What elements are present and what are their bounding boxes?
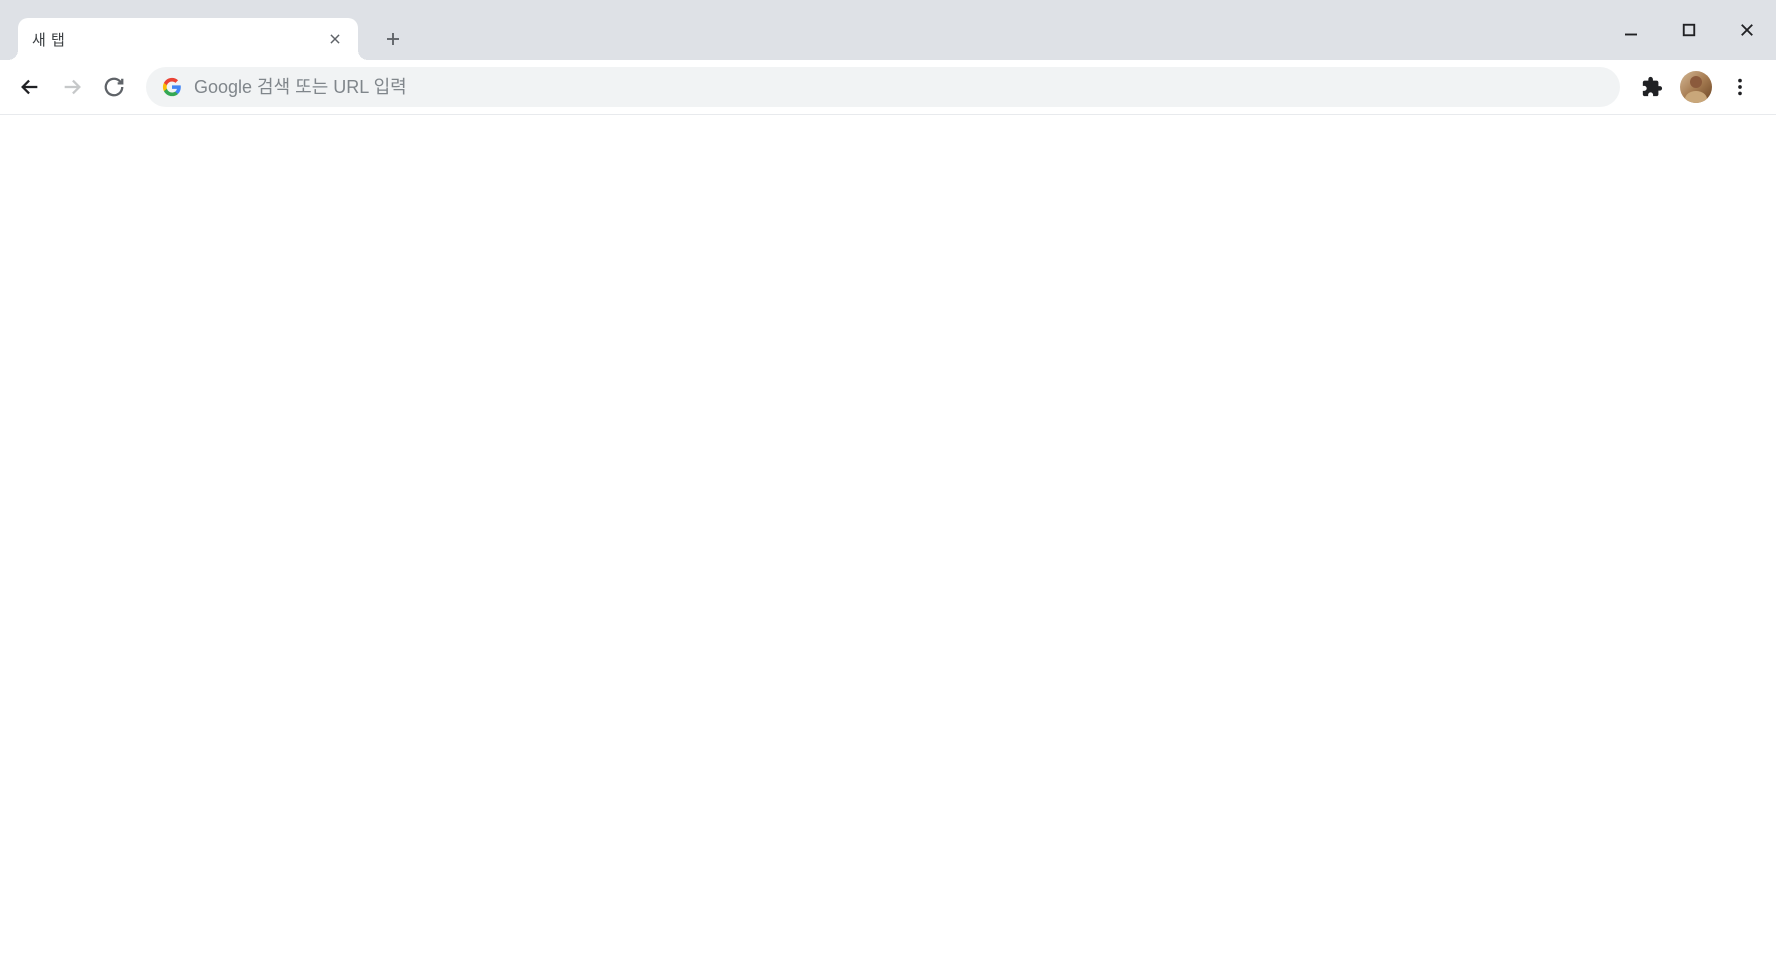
close-window-button[interactable] bbox=[1722, 9, 1772, 51]
reload-icon bbox=[103, 76, 125, 98]
reload-button[interactable] bbox=[96, 69, 132, 105]
arrow-right-icon bbox=[61, 76, 83, 98]
maximize-button[interactable] bbox=[1664, 9, 1714, 51]
toolbar bbox=[0, 60, 1776, 115]
tab-title: 새 탭 bbox=[32, 29, 326, 50]
more-vert-icon bbox=[1729, 76, 1751, 98]
menu-button[interactable] bbox=[1722, 69, 1758, 105]
profile-avatar[interactable] bbox=[1680, 71, 1712, 103]
forward-button[interactable] bbox=[54, 69, 90, 105]
plus-icon bbox=[384, 30, 402, 48]
maximize-icon bbox=[1680, 21, 1698, 39]
tab-strip: 새 탭 bbox=[0, 0, 1606, 60]
minimize-icon bbox=[1622, 21, 1640, 39]
minimize-button[interactable] bbox=[1606, 9, 1656, 51]
new-tab-button[interactable] bbox=[376, 22, 410, 56]
window-controls bbox=[1606, 0, 1776, 60]
google-icon bbox=[162, 77, 182, 97]
address-bar[interactable] bbox=[146, 67, 1620, 107]
close-tab-button[interactable] bbox=[326, 30, 344, 48]
close-icon bbox=[328, 32, 342, 46]
extensions-icon bbox=[1641, 76, 1663, 98]
arrow-left-icon bbox=[19, 76, 41, 98]
close-icon bbox=[1738, 21, 1756, 39]
toolbar-actions bbox=[1634, 69, 1764, 105]
address-input[interactable] bbox=[194, 77, 1604, 98]
back-button[interactable] bbox=[12, 69, 48, 105]
browser-tab[interactable]: 새 탭 bbox=[18, 18, 358, 60]
content-area bbox=[0, 115, 1776, 971]
extensions-button[interactable] bbox=[1634, 69, 1670, 105]
tab-strip-region: 새 탭 bbox=[0, 0, 1776, 60]
